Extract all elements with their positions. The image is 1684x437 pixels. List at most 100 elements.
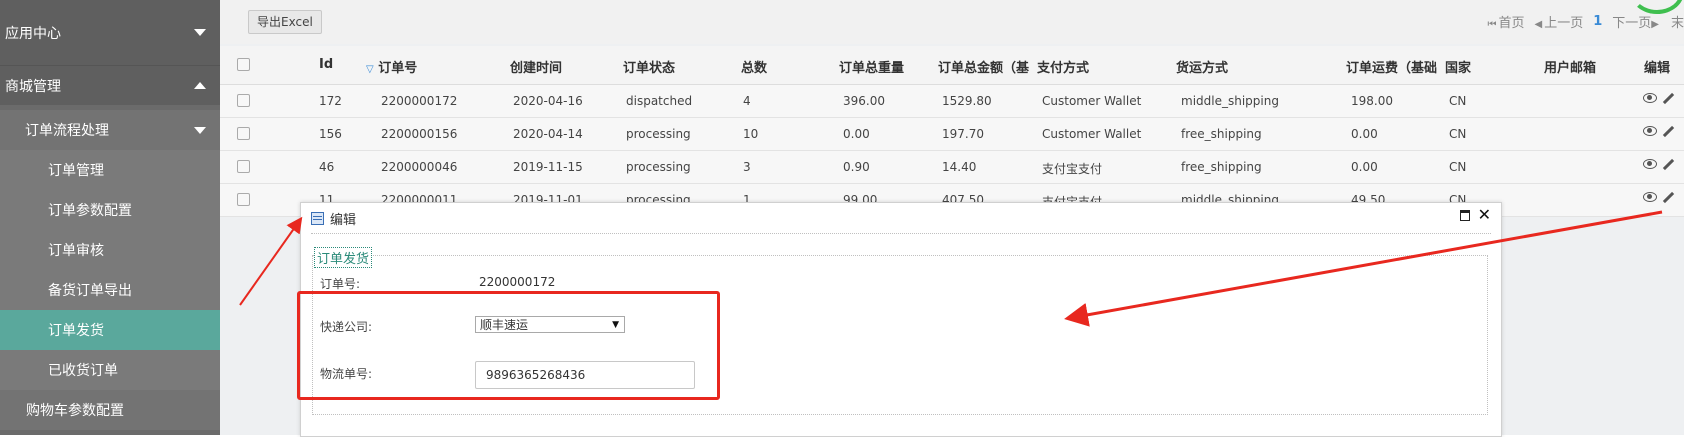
sidebar-item-order-flow[interactable]: 订单流程处理: [0, 110, 220, 150]
column-header-freight[interactable]: 订单运费（基础: [1346, 57, 1441, 76]
cell-created: 2020-04-16: [513, 94, 583, 108]
cell-status: processing: [626, 127, 691, 141]
order-no-value: 2200000172: [479, 275, 556, 289]
sidebar-item-mall-management[interactable]: 商城管理: [0, 65, 220, 105]
cell-freight: 0.00: [1351, 127, 1378, 141]
maximize-icon[interactable]: [1459, 209, 1470, 221]
sidebar-item-order-management[interactable]: 订单管理: [0, 150, 220, 190]
next-page-icon: ▶: [1651, 19, 1659, 30]
sidebar-item-label: 订单发货: [48, 323, 104, 339]
sidebar-item-order-review[interactable]: 订单审核: [0, 230, 220, 270]
row-actions: [1643, 192, 1674, 204]
table-row[interactable]: 156 2200000156 2020-04-14 processing 10 …: [220, 118, 1684, 151]
table-header: Id ▽ 订单号 创建时间 订单状态 总数 订单总重量 订单总金额（基 支付方式…: [220, 46, 1684, 85]
next-page-label: 下一页: [1612, 16, 1652, 31]
cell-total-amount: 1529.80: [942, 94, 992, 108]
cell-shipping: free_shipping: [1181, 160, 1262, 174]
cell-order-no: 2200000156: [381, 127, 458, 141]
close-icon[interactable]: ✕: [1478, 207, 1491, 223]
sidebar-item-received-orders[interactable]: 已收货订单: [0, 350, 220, 390]
cell-country: CN: [1449, 160, 1467, 174]
cell-status: dispatched: [626, 94, 693, 108]
column-header-edit: 编辑: [1644, 61, 1671, 76]
cell-freight: 198.00: [1351, 94, 1393, 108]
table-row[interactable]: 46 2200000046 2019-11-15 processing 3 0.…: [220, 151, 1684, 184]
cell-order-no: 2200000172: [381, 94, 458, 108]
sidebar-item-order-params[interactable]: 订单参数配置: [0, 190, 220, 230]
column-header-created[interactable]: 创建时间: [510, 57, 562, 76]
cell-total-weight: 396.00: [843, 94, 885, 108]
view-icon[interactable]: [1643, 192, 1657, 202]
sidebar-item-order-shipping[interactable]: 订单发货: [0, 310, 220, 350]
cell-total-count: 10: [743, 127, 759, 141]
prev-page-icon: ◀: [1534, 19, 1543, 30]
cell-total-count: 3: [743, 160, 751, 174]
last-page-link[interactable]: 末: [1671, 12, 1684, 31]
last-page-label: 末: [1670, 16, 1684, 31]
cell-id: 46: [319, 160, 335, 174]
row-checkbox[interactable]: [237, 160, 250, 173]
sidebar: 应用中心 商城管理 订单流程处理 订单管理 订单参数配置 订单审核 备货订单导出…: [0, 0, 220, 435]
select-all-checkbox[interactable]: [237, 58, 250, 71]
edit-icon[interactable]: [1662, 159, 1674, 171]
column-header-id[interactable]: Id: [319, 57, 333, 72]
first-page-link[interactable]: ⏮ 首页: [1487, 12, 1524, 31]
sidebar-item-label: 订单流程处理: [25, 123, 109, 139]
toolbar: 导出Excel ⏮ 首页 ◀ 上一页 1 下一页▶ 末: [220, 0, 1684, 44]
column-header-shipping[interactable]: 货运方式: [1176, 57, 1228, 76]
cell-created: 2019-11-15: [513, 160, 583, 174]
export-excel-button[interactable]: 导出Excel: [248, 10, 322, 34]
cell-shipping: free_shipping: [1181, 127, 1262, 141]
next-page-link[interactable]: 下一页▶: [1612, 12, 1661, 31]
row-checkbox[interactable]: [237, 127, 250, 140]
edit-icon[interactable]: [1662, 126, 1674, 138]
column-header-country[interactable]: 国家: [1445, 57, 1471, 76]
table-row[interactable]: 172 2200000172 2020-04-16 dispatched 4 3…: [220, 85, 1684, 118]
sidebar-item-label: 备货订单导出: [48, 283, 132, 299]
view-icon[interactable]: [1643, 126, 1657, 136]
order-no-label: 订单号:: [320, 277, 361, 291]
column-header-email[interactable]: 用户邮箱: [1544, 57, 1596, 76]
fieldset-legend: 订单发货: [314, 247, 373, 268]
first-page-label: 首页: [1498, 16, 1525, 31]
sidebar-item-cart-params[interactable]: 购物车参数配置: [0, 390, 220, 430]
edit-icon[interactable]: [1662, 93, 1674, 105]
row-actions: [1643, 159, 1674, 171]
cell-freight: 0.00: [1351, 160, 1378, 174]
sort-icon: ▽: [366, 64, 374, 75]
sidebar-item-label: 已收货订单: [48, 363, 118, 379]
sidebar-item-stock-export[interactable]: 备货订单导出: [0, 270, 220, 310]
sidebar-item-label: 订单参数配置: [48, 203, 132, 219]
view-icon[interactable]: [1643, 159, 1657, 169]
column-header-payment[interactable]: 支付方式: [1037, 57, 1089, 76]
cell-total-amount: 197.70: [942, 127, 984, 141]
cell-status: processing: [626, 160, 691, 174]
annotation-highlight-box: [297, 291, 720, 400]
column-header-status[interactable]: 订单状态: [623, 57, 675, 76]
row-checkbox[interactable]: [237, 193, 250, 206]
sidebar-item-label: 商城管理: [5, 78, 61, 95]
column-header-total-amount[interactable]: 订单总金额（基: [938, 57, 1053, 76]
column-header-order-no-label: 订单号: [378, 61, 418, 76]
column-header-total-weight[interactable]: 订单总重量: [839, 57, 904, 76]
row-actions: [1643, 126, 1674, 138]
cell-payment: 支付宝支付: [1042, 162, 1103, 176]
sidebar-item-label: 订单审核: [48, 243, 104, 259]
view-icon[interactable]: [1643, 93, 1657, 103]
cell-total-weight: 0.00: [843, 127, 870, 141]
divider: [311, 233, 1491, 234]
cell-id: 172: [319, 94, 342, 108]
column-header-total-count[interactable]: 总数: [741, 57, 767, 76]
cell-shipping: middle_shipping: [1181, 94, 1279, 108]
sidebar-item-label: 应用中心: [5, 25, 61, 42]
cell-country: CN: [1449, 127, 1467, 141]
cell-country: CN: [1449, 94, 1467, 108]
dialog-controls: ✕: [1459, 207, 1491, 223]
column-header-order-no[interactable]: ▽ 订单号: [366, 57, 417, 76]
dialog-title-bar[interactable]: 编辑: [311, 209, 356, 228]
prev-page-link[interactable]: ◀ 上一页: [1535, 12, 1584, 31]
row-checkbox[interactable]: [237, 94, 250, 107]
sidebar-item-app-center[interactable]: 应用中心: [0, 0, 220, 65]
edit-icon[interactable]: [1662, 192, 1674, 204]
cell-created: 2020-04-14: [513, 127, 583, 141]
